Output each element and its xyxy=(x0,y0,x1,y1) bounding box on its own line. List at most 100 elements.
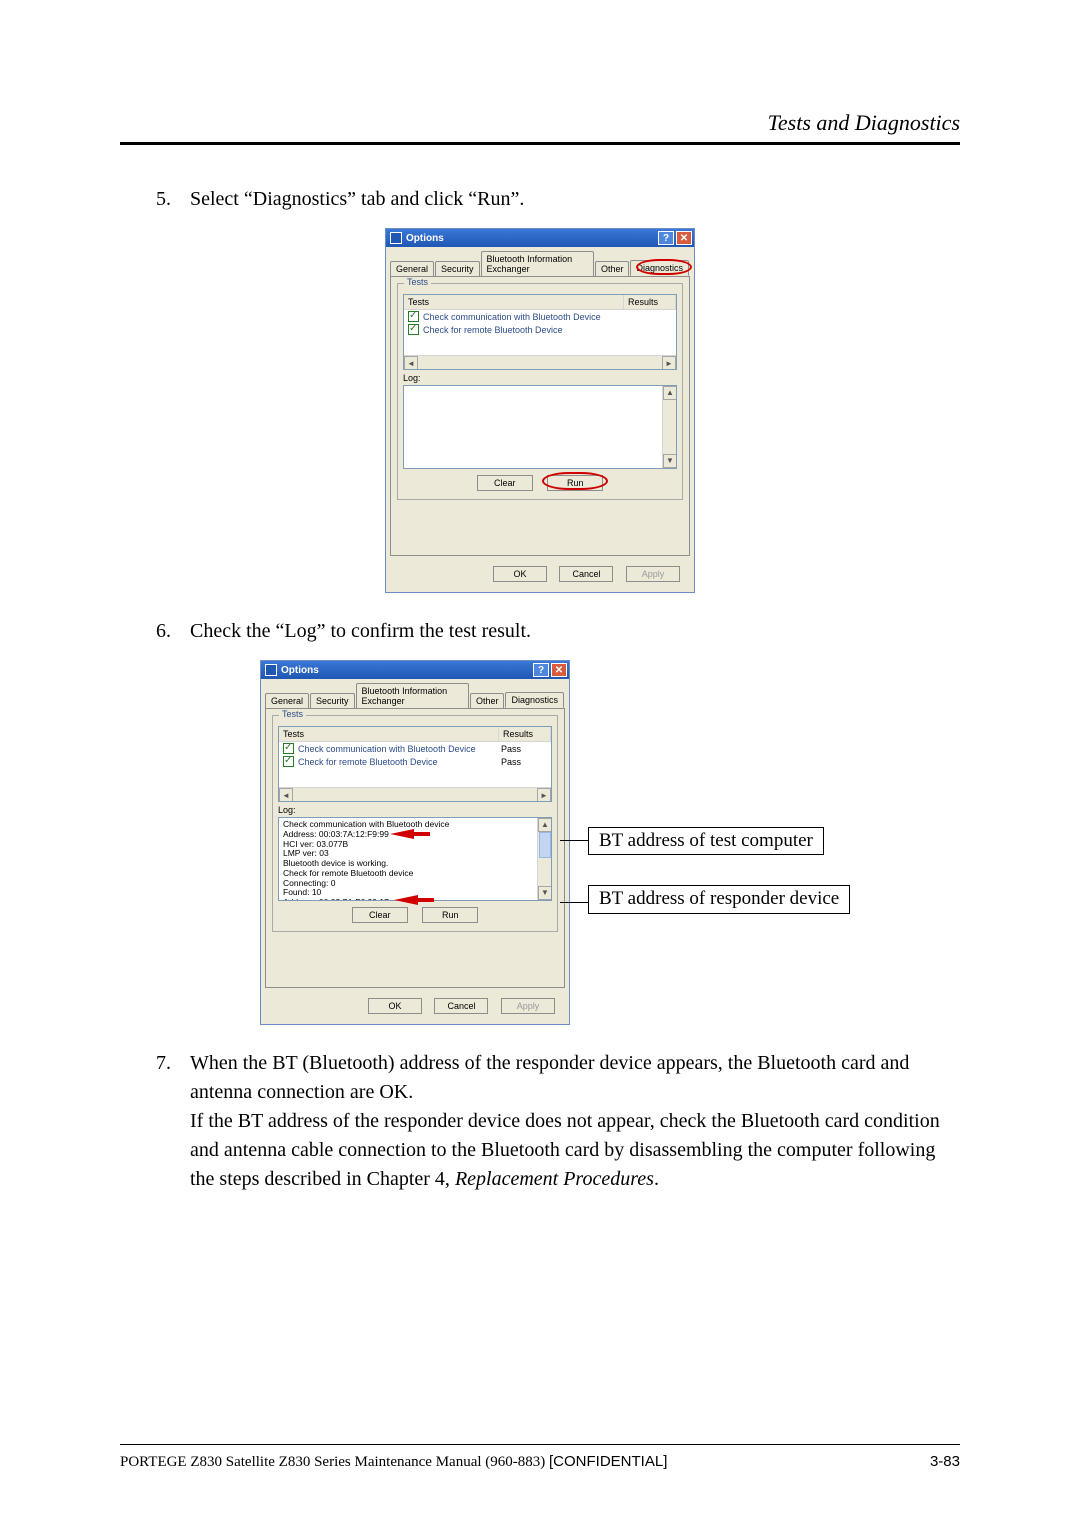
callout-connector xyxy=(560,902,588,903)
test-row-2[interactable]: Check for remote Bluetooth Device xyxy=(404,323,676,336)
step-7-para-2: If the BT address of the responder devic… xyxy=(190,1107,960,1194)
dialog-footer: OK Cancel Apply xyxy=(386,560,694,592)
tab-bluetooth-exchanger[interactable]: Bluetooth Information Exchanger xyxy=(356,683,469,708)
arrow-stem xyxy=(414,898,434,902)
scroll-up-icon[interactable] xyxy=(538,818,552,832)
help-icon[interactable] xyxy=(658,231,674,245)
dialog-footer: OK Cancel Apply xyxy=(261,992,569,1024)
cancel-button[interactable]: Cancel xyxy=(559,566,613,582)
tab-strip: General Security Bluetooth Information E… xyxy=(261,679,569,708)
scroll-thumb[interactable] xyxy=(539,832,551,858)
step-7-number: 7. xyxy=(156,1049,178,1194)
tab-general[interactable]: General xyxy=(390,261,434,276)
tests-list-header: Tests Results xyxy=(404,295,676,310)
tests-listbox[interactable]: Tests Results Check communication with B… xyxy=(403,294,677,370)
dialog-body: Tests Tests Results Check communication … xyxy=(265,708,565,988)
arrow-stem xyxy=(410,832,430,836)
ok-button[interactable]: OK xyxy=(368,998,422,1014)
tab-security[interactable]: Security xyxy=(310,693,355,708)
dialog-title-text: Options xyxy=(406,233,444,244)
apply-button[interactable]: Apply xyxy=(501,998,555,1014)
callout-connector xyxy=(560,840,588,841)
close-icon[interactable] xyxy=(676,231,692,245)
dialog-titlebar: Options xyxy=(386,229,694,247)
dialog-body: Tests Tests Results Check communication … xyxy=(390,276,690,556)
page-header: Tests and Diagnostics xyxy=(120,110,960,145)
tab-strip: General Security Bluetooth Information E… xyxy=(386,247,694,276)
log-label: Log: xyxy=(403,373,677,383)
run-button[interactable]: Run xyxy=(547,475,603,491)
log-label: Log: xyxy=(278,805,552,815)
dialog-app-icon xyxy=(390,232,402,244)
clear-button[interactable]: Clear xyxy=(352,907,408,923)
options-dialog-2: Options General Security Bluetooth Infor… xyxy=(260,660,570,1025)
replacement-procedures-italic: Replacement Procedures xyxy=(455,1168,654,1190)
ok-button[interactable]: OK xyxy=(493,566,547,582)
log-textarea[interactable]: Check communication with Bluetooth devic… xyxy=(278,817,552,901)
test-row-2-text: Check for remote Bluetooth Device xyxy=(423,325,672,335)
dialog-app-icon xyxy=(265,664,277,676)
log-textarea[interactable] xyxy=(403,385,677,469)
scroll-down-icon[interactable] xyxy=(663,454,677,468)
checkbox-icon[interactable] xyxy=(283,756,294,767)
test-row-2[interactable]: Check for remote Bluetooth Device Pass xyxy=(279,755,551,768)
test-row-1[interactable]: Check communication with Bluetooth Devic… xyxy=(279,742,551,755)
scroll-right-icon[interactable] xyxy=(537,788,551,802)
test-row-2-text: Check for remote Bluetooth Device xyxy=(298,757,495,767)
test-row-1-text: Check communication with Bluetooth Devic… xyxy=(423,312,672,322)
checkbox-icon[interactable] xyxy=(408,311,419,322)
tab-general[interactable]: General xyxy=(265,693,309,708)
page-footer: PORTEGE Z830 Satellite Z830 Series Maint… xyxy=(120,1444,960,1471)
tab-other[interactable]: Other xyxy=(595,261,630,276)
help-icon[interactable] xyxy=(533,663,549,677)
h-scrollbar[interactable] xyxy=(279,787,551,801)
close-icon[interactable] xyxy=(551,663,567,677)
tests-group-label: Tests xyxy=(404,277,431,287)
clear-button[interactable]: Clear xyxy=(477,475,533,491)
checkbox-icon[interactable] xyxy=(408,324,419,335)
v-scrollbar[interactable] xyxy=(537,818,551,900)
h-scrollbar[interactable] xyxy=(404,355,676,369)
test-row-1[interactable]: Check communication with Bluetooth Devic… xyxy=(404,310,676,323)
col-tests-header: Tests xyxy=(404,295,624,309)
cancel-button[interactable]: Cancel xyxy=(434,998,488,1014)
dialog-title-text: Options xyxy=(281,665,319,676)
tab-diagnostics[interactable]: Diagnostics xyxy=(505,692,564,708)
step-6: 6. Check the “Log” to confirm the test r… xyxy=(120,617,960,646)
scroll-right-icon[interactable] xyxy=(662,356,676,370)
scroll-left-icon[interactable] xyxy=(404,356,418,370)
tab-diagnostics[interactable]: Diagnostics xyxy=(630,260,689,276)
run-button-label: Run xyxy=(567,478,584,488)
col-tests-header: Tests xyxy=(279,727,499,741)
step-5: 5. Select “Diagnostics” tab and click “R… xyxy=(120,185,960,214)
test-row-2-result: Pass xyxy=(495,757,547,767)
section-title: Tests and Diagnostics xyxy=(768,110,960,135)
tests-buttons-row: Clear Run xyxy=(278,907,552,923)
options-dialog-1: Options General Security Bluetooth Infor… xyxy=(385,228,695,593)
step-7-text-c: . xyxy=(654,1168,659,1190)
tests-group-label: Tests xyxy=(279,709,306,719)
v-scrollbar[interactable] xyxy=(662,386,676,468)
options-dialog-1-wrap: Options General Security Bluetooth Infor… xyxy=(120,228,960,593)
tests-listbox[interactable]: Tests Results Check communication with B… xyxy=(278,726,552,802)
tab-security[interactable]: Security xyxy=(435,261,480,276)
tab-other[interactable]: Other xyxy=(470,693,505,708)
tests-list-header: Tests Results xyxy=(279,727,551,742)
options-dialog-2-wrap: Options General Security Bluetooth Infor… xyxy=(120,660,960,1025)
apply-button[interactable]: Apply xyxy=(626,566,680,582)
test-row-1-text: Check communication with Bluetooth Devic… xyxy=(298,744,495,754)
checkbox-icon[interactable] xyxy=(283,743,294,754)
col-results-header: Results xyxy=(499,727,551,741)
footer-confidential: [CONFIDENTIAL] xyxy=(549,1453,667,1470)
callout-test-computer: BT address of test computer xyxy=(588,827,824,855)
step-5-number: 5. xyxy=(156,185,178,214)
test-row-1-result: Pass xyxy=(495,744,547,754)
tab-bluetooth-exchanger[interactable]: Bluetooth Information Exchanger xyxy=(481,251,594,276)
page-number: 3-83 xyxy=(930,1453,960,1470)
step-7-para-1: When the BT (Bluetooth) address of the r… xyxy=(190,1049,960,1107)
run-button[interactable]: Run xyxy=(422,907,478,923)
scroll-down-icon[interactable] xyxy=(538,886,552,900)
scroll-up-icon[interactable] xyxy=(663,386,677,400)
scroll-left-icon[interactable] xyxy=(279,788,293,802)
step-6-number: 6. xyxy=(156,617,178,646)
